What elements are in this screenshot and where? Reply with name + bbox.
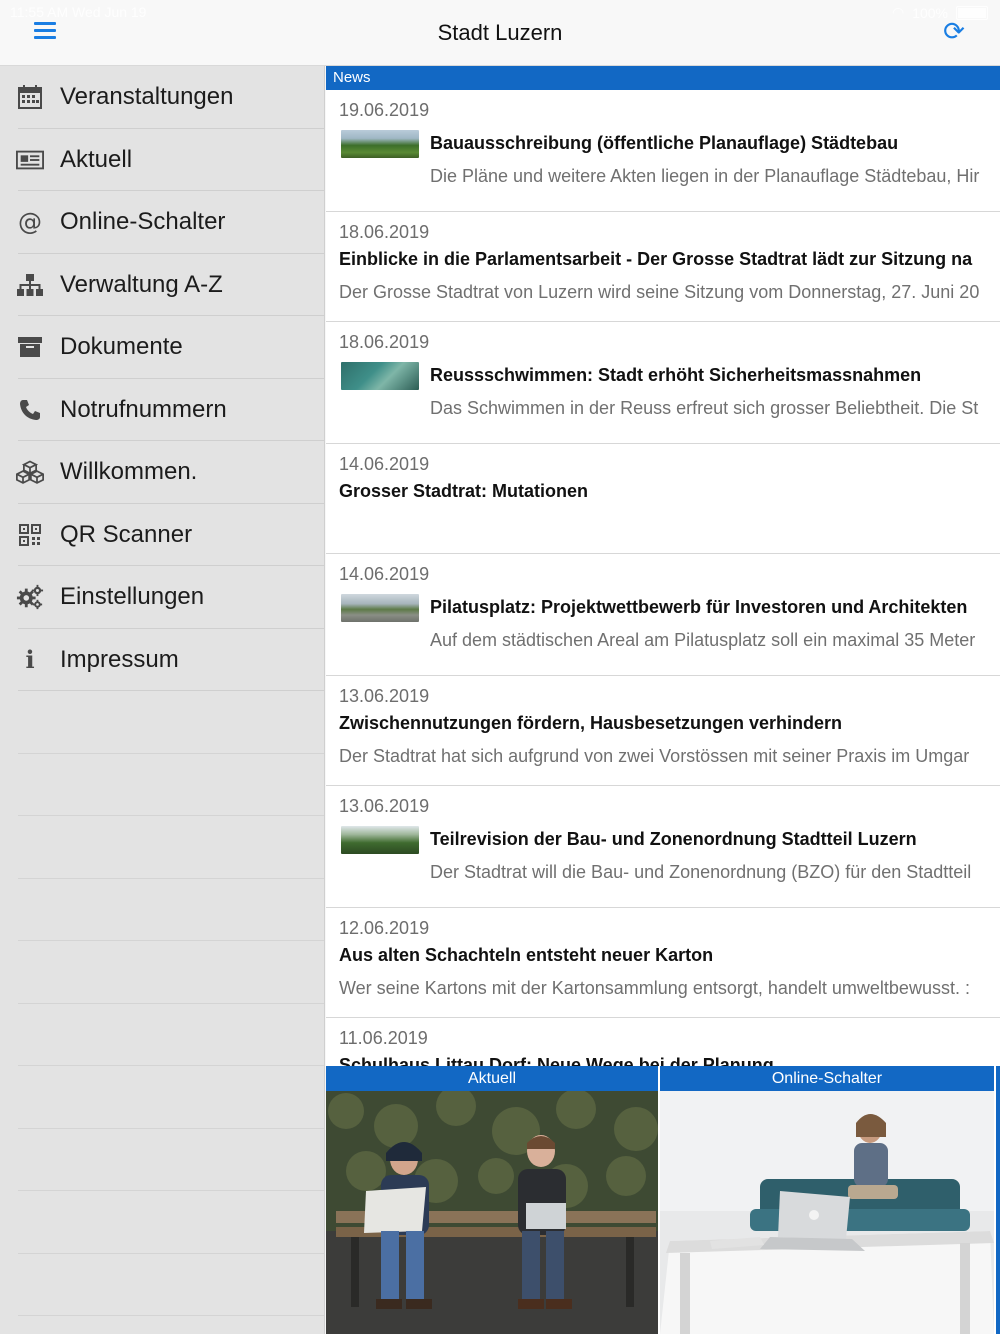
calendar-icon	[16, 83, 44, 111]
refresh-icon[interactable]: ⟳	[942, 19, 966, 45]
main-content: News 19.06.2019 Bauausschreibung (öffent…	[326, 66, 1000, 1334]
news-date: 13.06.2019	[339, 796, 430, 816]
wifi-icon: ◠	[891, 4, 905, 20]
sidebar-item-label: Einstellungen	[60, 583, 205, 611]
news-teaser: Wer seine Kartons mit der Kartonsammlung…	[339, 978, 970, 998]
news-headline: Aus alten Schachteln entsteht neuer Kart…	[339, 945, 714, 965]
news-teaser: Auf dem städtischen Areal am Pilatusplat…	[430, 630, 976, 650]
tile-carousel: Aktuell Online-Schalter	[326, 1066, 1000, 1334]
empty-row	[0, 754, 324, 817]
empty-row	[0, 1191, 324, 1254]
empty-row	[0, 691, 324, 754]
newspaper-icon	[16, 146, 44, 174]
news-item[interactable]: 14.06.2019 Pilatusplatz: Projektwettbewe…	[326, 554, 1000, 676]
sidebar: Veranstaltungen Aktuell @ Online-Schalte…	[0, 66, 325, 1334]
news-item[interactable]: 18.06.2019 Einblicke in die Parlamentsar…	[326, 212, 1000, 322]
sidebar-item-verwaltung[interactable]: Verwaltung A-Z	[0, 254, 324, 317]
news-date: 12.06.2019	[339, 918, 430, 938]
empty-row	[0, 1254, 324, 1317]
news-thumbnail	[341, 594, 419, 622]
status-time-date: 11:55 AM Wed Jun 19	[10, 4, 146, 20]
sidebar-item-label: Dokumente	[60, 333, 183, 361]
news-list[interactable]: 19.06.2019 Bauausschreibung (öffentliche…	[326, 90, 1000, 1066]
news-thumbnail	[341, 826, 419, 854]
news-item[interactable]: 19.06.2019 Bauausschreibung (öffentliche…	[326, 90, 1000, 212]
status-right: ◠ 100%	[892, 4, 988, 21]
news-date: 14.06.2019	[339, 564, 430, 584]
sidebar-item-aktuell[interactable]: Aktuell	[0, 129, 324, 192]
tile-online-schalter[interactable]: Online-Schalter	[660, 1066, 994, 1334]
sidebar-item-label: Aktuell	[60, 145, 133, 173]
tile-image-office-laptop	[660, 1091, 994, 1334]
empty-row	[0, 941, 324, 1004]
news-headline: Reussschwimmen: Stadt erhöht Sicherheits…	[430, 365, 922, 385]
news-item[interactable]: 18.06.2019 Reussschwimmen: Stadt erhöht …	[326, 322, 1000, 444]
news-date: 13.06.2019	[339, 686, 430, 706]
sidebar-item-label: Verwaltung A-Z	[60, 270, 223, 298]
news-teaser: Die Pläne und weitere Akten liegen in de…	[430, 166, 980, 186]
sidebar-item-qr-scanner[interactable]: QR Scanner	[0, 504, 324, 567]
sidebar-item-einstellungen[interactable]: Einstellungen	[0, 566, 324, 629]
status-date: Wed Jun 19	[72, 4, 147, 20]
news-teaser: Der Grosse Stadtrat von Luzern wird sein…	[339, 282, 980, 302]
news-headline: Bauausschreibung (öffentliche Planauflag…	[430, 133, 899, 153]
news-headline: Grosser Stadtrat: Mutationen	[339, 481, 589, 501]
news-teaser: Der Stadtrat hat sich aufgrund von zwei …	[339, 746, 970, 766]
news-headline: Schulhaus Littau Dorf: Neue Wege bei der…	[339, 1055, 774, 1066]
status-time: 11:55 AM	[10, 4, 69, 20]
sidebar-item-label: Notrufnummern	[60, 395, 227, 423]
sidebar-item-label: QR Scanner	[60, 520, 193, 548]
tile-title: Online-Schalter	[660, 1066, 994, 1091]
news-date: 18.06.2019	[339, 222, 430, 242]
news-date: 11.06.2019	[339, 1028, 428, 1048]
news-item[interactable]: 12.06.2019 Aus alten Schachteln entsteht…	[326, 908, 1000, 1018]
tile-next-partial[interactable]	[996, 1066, 1000, 1334]
empty-row	[0, 1129, 324, 1192]
phone-icon	[16, 396, 44, 424]
info-icon: i	[25, 645, 35, 675]
sidebar-item-online-schalter[interactable]: @ Online-Schalter	[0, 191, 324, 254]
org-chart-icon	[16, 271, 44, 299]
sidebar-item-label: Veranstaltungen	[60, 83, 234, 111]
tile-image-people-on-bench	[326, 1086, 658, 1334]
news-thumbnail	[341, 362, 419, 390]
archive-icon	[16, 333, 44, 361]
page-title: Stadt Luzern	[437, 20, 563, 45]
news-item[interactable]: 13.06.2019 Teilrevision der Bau- und Zon…	[326, 786, 1000, 908]
tile-aktuell[interactable]: Aktuell	[326, 1066, 658, 1334]
top-navigation-bar: 11:55 AM Wed Jun 19 ◠ 100% Stadt Luzern …	[0, 0, 1000, 66]
news-section-header: News	[326, 66, 1000, 90]
news-thumbnail	[341, 130, 419, 158]
news-date: 18.06.2019	[339, 332, 430, 352]
news-headline: Teilrevision der Bau- und Zonenordnung S…	[430, 829, 917, 849]
news-item[interactable]: 13.06.2019 Zwischennutzungen fördern, Ha…	[326, 676, 1000, 786]
sidebar-item-veranstaltungen[interactable]: Veranstaltungen	[0, 66, 324, 129]
news-headline: Pilatusplatz: Projektwettbewerb für Inve…	[430, 597, 968, 617]
sidebar-item-label: Impressum	[60, 645, 179, 673]
empty-row	[0, 1066, 324, 1129]
news-teaser: Der Stadtrat will die Bau- und Zonenordn…	[430, 862, 972, 882]
cubes-icon	[16, 458, 44, 486]
news-headline: Einblicke in die Parlamentsarbeit - Der …	[339, 249, 973, 269]
sidebar-item-impressum[interactable]: i Impressum	[0, 629, 324, 692]
news-date: 14.06.2019	[339, 454, 430, 474]
news-date: 19.06.2019	[339, 100, 430, 120]
qr-code-icon	[16, 521, 44, 549]
sidebar-item-dokumente[interactable]: Dokumente	[0, 316, 324, 379]
sidebar-item-willkommen[interactable]: Willkommen.	[0, 441, 324, 504]
sidebar-item-label: Willkommen.	[60, 458, 198, 486]
news-teaser: Das Schwimmen in der Reuss erfreut sich …	[430, 398, 979, 418]
tile-title: Aktuell	[326, 1066, 658, 1091]
news-item[interactable]: 11.06.2019 Schulhaus Littau Dorf: Neue W…	[326, 1018, 1000, 1066]
at-icon: @	[18, 208, 42, 237]
sidebar-item-notrufnummern[interactable]: Notrufnummern	[0, 379, 324, 442]
empty-row	[0, 1004, 324, 1067]
sidebar-item-label: Online-Schalter	[60, 208, 226, 236]
empty-row	[0, 816, 324, 879]
news-item[interactable]: 14.06.2019 Grosser Stadtrat: Mutationen	[326, 444, 1000, 554]
empty-row	[0, 879, 324, 942]
news-headline: Zwischennutzungen fördern, Hausbesetzung…	[339, 713, 843, 733]
gears-icon	[16, 583, 44, 611]
